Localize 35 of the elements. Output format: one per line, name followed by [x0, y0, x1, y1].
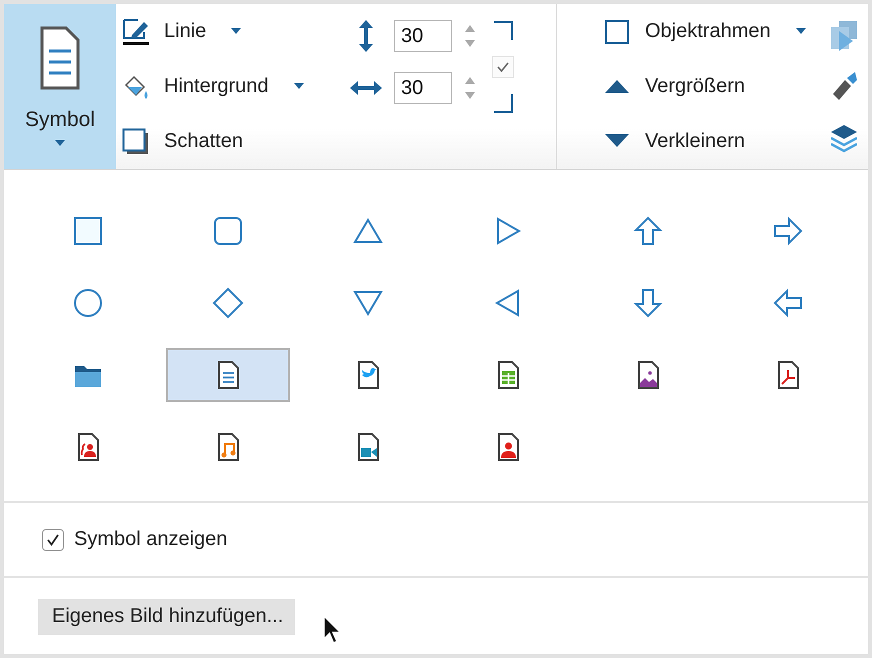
square-icon: [605, 20, 629, 44]
ratio-checkbox[interactable]: [492, 56, 514, 78]
arrow-right-icon: [772, 215, 804, 247]
pen-line-icon: [122, 18, 150, 46]
height-field[interactable]: 30: [394, 20, 452, 52]
add-image-button[interactable]: Eigenes Bild hinzufügen...: [38, 599, 296, 635]
dropdown-icon[interactable]: [230, 28, 242, 35]
arrow-left-icon: [772, 287, 804, 319]
width-field[interactable]: 30: [394, 72, 452, 104]
check-icon: [45, 532, 61, 548]
dropdown-icon[interactable]: [794, 28, 807, 35]
document-icon: [40, 26, 80, 90]
arrow-up-icon: [632, 215, 664, 247]
bracket-icon: [492, 92, 514, 114]
format-option[interactable]: Schatten: [164, 130, 243, 153]
check-icon: [496, 60, 510, 74]
diamond-icon: [212, 287, 244, 319]
horizontal-arrow-icon: [350, 80, 382, 96]
circle-icon: [72, 287, 104, 319]
symbol-button[interactable]: Symbol: [4, 4, 116, 169]
format-option[interactable]: Hintergrund: [164, 75, 269, 98]
checkbox-label: Symbol anzeigen: [74, 528, 228, 551]
square-icon: [72, 215, 104, 247]
caret-icon: [54, 140, 66, 147]
arrange-option[interactable]: Objektrahmen: [645, 20, 771, 43]
shadow-square-icon: [122, 128, 150, 156]
arrow-down-icon: [632, 287, 664, 319]
show-symbol-checkbox[interactable]: [42, 528, 64, 550]
symbol-option[interactable]: [166, 348, 290, 402]
format-option[interactable]: Linie: [164, 20, 206, 43]
dropdown-icon[interactable]: [292, 83, 305, 90]
bracket-icon: [492, 20, 514, 42]
arrange-option[interactable]: Vergrößern: [645, 75, 746, 98]
rounded-square-icon: [212, 215, 244, 247]
arrange-option[interactable]: Verkleinern: [645, 130, 746, 153]
